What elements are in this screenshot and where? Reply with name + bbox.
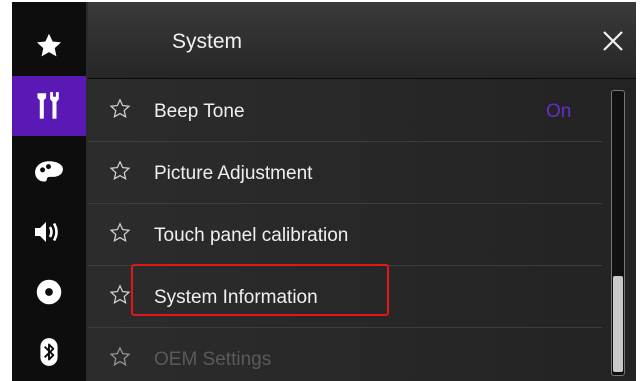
settings-list: Beep Tone On Picture Adjustment Touch pa… <box>88 79 636 381</box>
menu-item-label: OEM Settings <box>154 349 272 370</box>
bluetooth-icon <box>40 338 58 366</box>
header-bar: System <box>88 2 636 79</box>
favorite-star-icon[interactable] <box>109 98 131 120</box>
menu-item-label: Touch panel calibration <box>154 225 349 246</box>
sidebar-item-favorites[interactable] <box>12 16 86 76</box>
menu-item-label: Picture Adjustment <box>154 163 313 184</box>
close-icon <box>603 31 623 51</box>
sidebar-item-system[interactable] <box>12 76 86 136</box>
favorite-star-icon[interactable] <box>109 160 131 182</box>
favorite-star-icon[interactable] <box>109 284 131 306</box>
beep-tone-value: On <box>546 101 572 122</box>
menu-item-oem-settings: OEM Settings <box>88 327 602 381</box>
star-icon <box>36 33 62 57</box>
menu-item-touch-panel-calibration[interactable]: Touch panel calibration <box>88 203 602 266</box>
sidebar-item-theme[interactable] <box>12 142 86 202</box>
page-title: System <box>172 30 243 53</box>
scrollbar-thumb[interactable] <box>613 276 623 372</box>
menu-item-picture-adjustment[interactable]: Picture Adjustment <box>88 141 602 204</box>
sidebar-item-bluetooth[interactable] <box>12 322 86 381</box>
palette-icon <box>35 161 63 182</box>
head-unit-screen: System Beep Tone On Picture Adjustment T… <box>12 2 636 381</box>
favorite-star-icon <box>109 346 131 366</box>
tools-icon <box>37 92 59 119</box>
sidebar-item-audio[interactable] <box>12 202 86 262</box>
sidebar <box>12 2 88 381</box>
favorite-star-icon[interactable] <box>109 222 131 244</box>
disc-icon <box>36 279 62 305</box>
menu-item-label: Beep Tone <box>154 101 245 122</box>
scrollbar[interactable] <box>611 90 625 376</box>
highlight-box <box>131 264 389 316</box>
sidebar-item-av-source[interactable] <box>12 262 86 322</box>
close-button[interactable] <box>596 24 630 58</box>
menu-item-beep-tone[interactable]: Beep Tone On <box>88 79 602 142</box>
speaker-icon <box>35 222 58 242</box>
